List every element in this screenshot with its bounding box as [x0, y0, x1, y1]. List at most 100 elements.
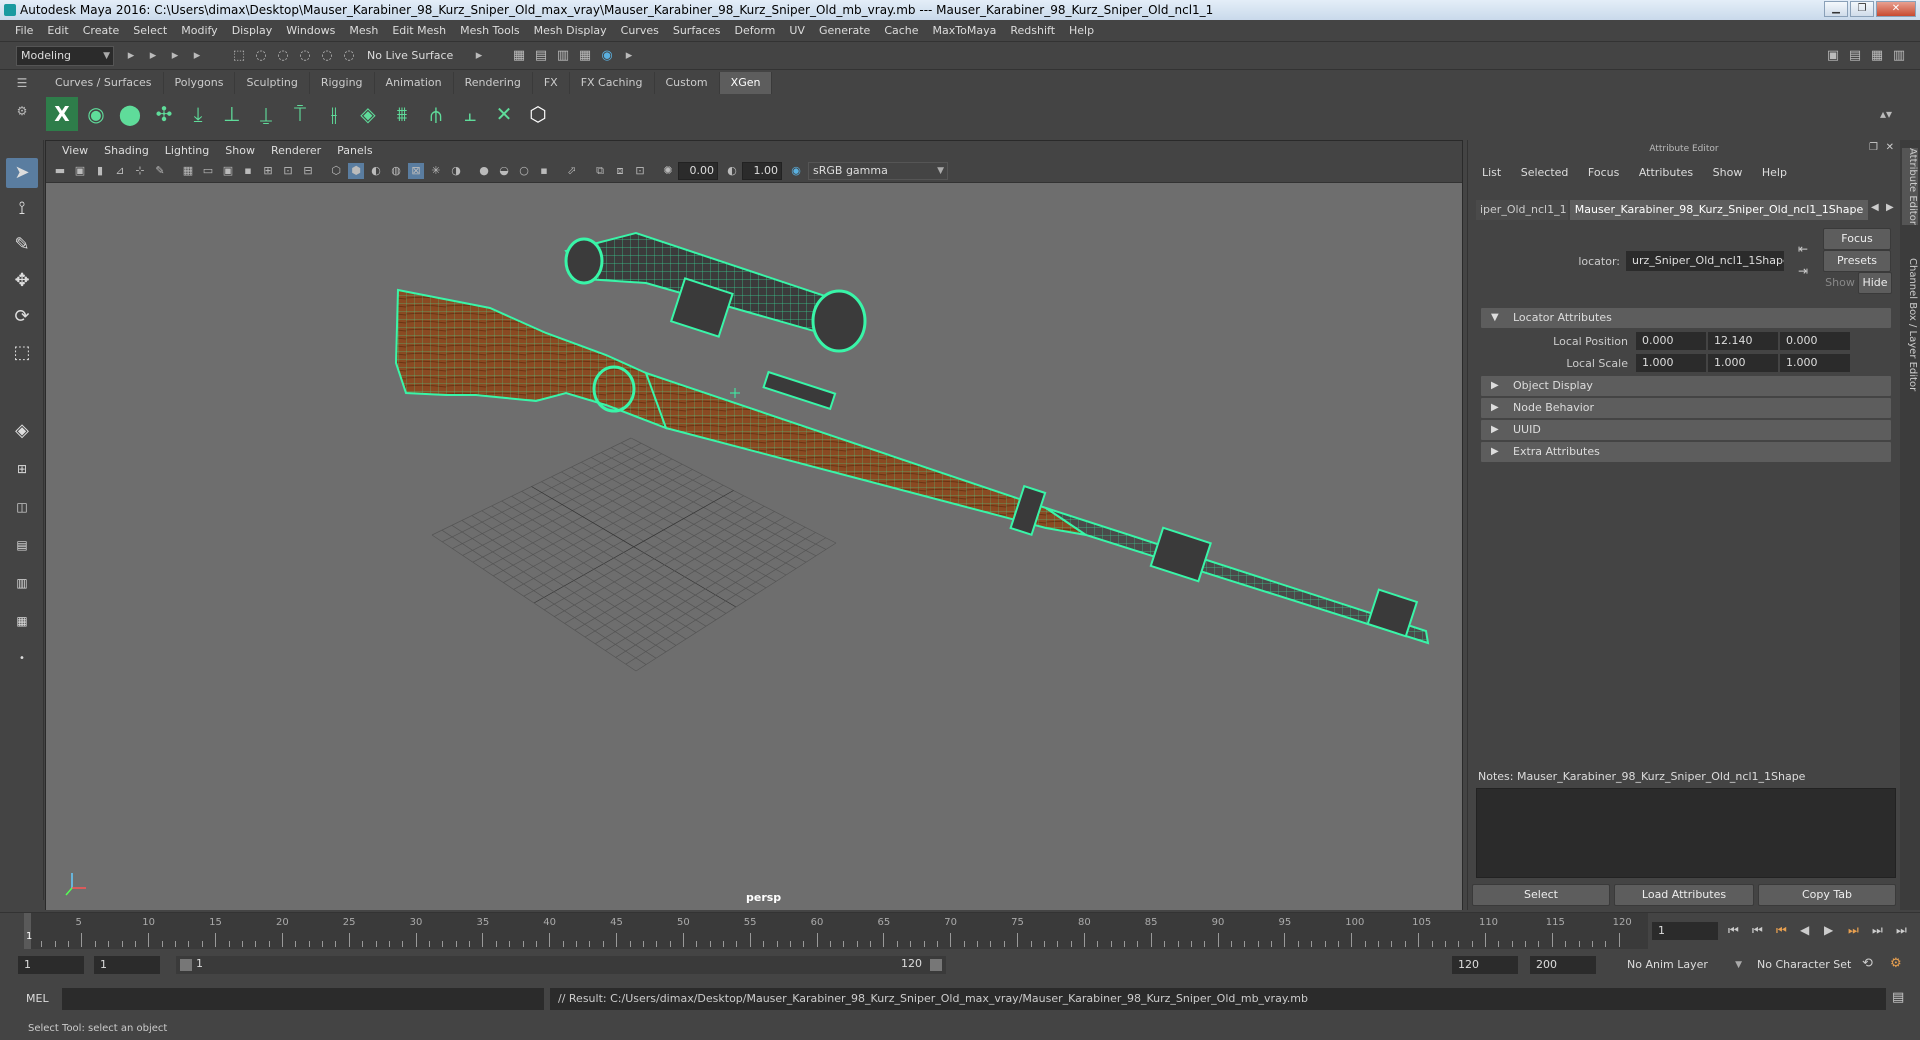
vp-menu-show[interactable]: Show: [217, 144, 263, 157]
lasso-icon[interactable]: ◌: [252, 47, 270, 65]
xgen-noise-icon[interactable]: ⩩: [386, 97, 418, 131]
xgen-delete-icon[interactable]: ✕: [488, 97, 520, 131]
focus-input-icon[interactable]: ⇤: [1798, 242, 1808, 256]
film-gate-icon[interactable]: ▭: [200, 163, 216, 179]
step-forward-key-icon[interactable]: ⏭: [1872, 923, 1883, 938]
menu-edit[interactable]: Edit: [40, 24, 75, 37]
xgen-clump-icon[interactable]: ⫛: [420, 97, 452, 131]
close-panel-icon[interactable]: ✕: [1886, 142, 1894, 153]
expand-icon[interactable]: ▸: [620, 47, 638, 65]
ae-menu-list[interactable]: List: [1474, 166, 1509, 179]
play-backward-icon[interactable]: ◀: [1800, 923, 1809, 937]
gamma-icon[interactable]: ◐: [724, 163, 740, 179]
menu-modify[interactable]: Modify: [174, 24, 224, 37]
xray-components-icon[interactable]: ⊡: [632, 163, 648, 179]
color-space-dropdown[interactable]: sRGB gamma ▼: [808, 162, 948, 180]
xgen-hexagon-icon[interactable]: ⬡: [522, 97, 554, 131]
xgen-create-description-icon[interactable]: ⬤: [114, 97, 146, 131]
snap-curve-icon[interactable]: ◌: [296, 47, 314, 65]
menu-deform[interactable]: Deform: [727, 24, 782, 37]
menu-mesh-display[interactable]: Mesh Display: [527, 24, 614, 37]
menu-maxtomaya[interactable]: MaxToMaya: [926, 24, 1004, 37]
vp-menu-view[interactable]: View: [54, 144, 96, 157]
lights-icon[interactable]: ✳: [428, 163, 444, 179]
xgen-comb-icon[interactable]: ⤓: [182, 97, 214, 131]
menu-create[interactable]: Create: [76, 24, 127, 37]
menu-curves[interactable]: Curves: [614, 24, 666, 37]
tab-prev-arrow-icon[interactable]: ◀: [1871, 202, 1879, 213]
script-editor-icon[interactable]: ▤: [1892, 990, 1904, 1005]
xgen-smooth-icon[interactable]: ⫲: [318, 97, 350, 131]
render-frame-icon[interactable]: ▤: [532, 47, 550, 65]
safe-action-icon[interactable]: ⊡: [280, 163, 296, 179]
locator-name-field[interactable]: urz_Sniper_Old_ncl1_1Shape: [1626, 251, 1784, 271]
local-scale-y[interactable]: 1.000: [1708, 354, 1778, 372]
notes-textarea[interactable]: [1476, 788, 1896, 878]
script-language-label[interactable]: MEL: [26, 992, 49, 1005]
textured-icon[interactable]: ⊠: [408, 163, 424, 179]
snap-point-icon[interactable]: ◌: [318, 47, 336, 65]
bookmark-icon[interactable]: ▮: [92, 163, 108, 179]
time-slider[interactable]: 5 10 15 20 25 30 35 40 45 50 55 60 65 70 75 80 85 90 95 100…: [0, 912, 1920, 949]
animation-prefs-icon[interactable]: ⚙: [1890, 956, 1902, 971]
2d-pan-zoom-icon[interactable]: ⊹: [132, 163, 148, 179]
gamma-field[interactable]: 1.00: [742, 162, 782, 180]
xgen-length-icon[interactable]: ⊥: [216, 97, 248, 131]
show-button[interactable]: Show: [1823, 272, 1857, 294]
two-view-layout-icon[interactable]: ◫: [6, 492, 38, 522]
ae-menu-help[interactable]: Help: [1754, 166, 1795, 179]
menu-edit-mesh[interactable]: Edit Mesh: [385, 24, 453, 37]
outliner-layout-icon[interactable]: ▤: [6, 530, 38, 560]
tab-curves-surfaces[interactable]: Curves / Surfaces: [44, 72, 164, 94]
attribute-editor-toggle-icon[interactable]: ▤: [1846, 47, 1864, 65]
ambient-occlusion-icon[interactable]: ●: [476, 163, 492, 179]
shadows-icon[interactable]: ◑: [448, 163, 464, 179]
exposure-icon[interactable]: ✺: [660, 163, 676, 179]
menu-file[interactable]: File: [8, 24, 40, 37]
paint-select-tool-icon[interactable]: ✎: [6, 230, 38, 260]
four-view-layout-icon[interactable]: ⊞: [6, 454, 38, 484]
tab-fx[interactable]: FX: [532, 72, 570, 94]
snap-plane-icon[interactable]: ◌: [340, 47, 358, 65]
menu-select[interactable]: Select: [126, 24, 174, 37]
float-panel-icon[interactable]: ❐: [1869, 142, 1878, 153]
tab-fx-caching[interactable]: FX Caching: [569, 72, 655, 94]
vp-menu-lighting[interactable]: Lighting: [157, 144, 217, 157]
construction-history-icon[interactable]: ▸: [470, 47, 488, 65]
xgen-editor-icon[interactable]: X: [46, 97, 78, 131]
grid-icon[interactable]: ▦: [180, 163, 196, 179]
step-back-frame-icon[interactable]: ⏮: [1776, 923, 1787, 938]
shelf-menu-icon[interactable]: ☰ ⚙: [8, 76, 36, 136]
wireframe-on-shaded-icon[interactable]: ◍: [388, 163, 404, 179]
tool-settings-icon[interactable]: ▦: [1868, 47, 1886, 65]
save-icon[interactable]: ▸: [144, 47, 162, 65]
local-scale-x[interactable]: 1.000: [1636, 354, 1706, 372]
go-to-start-icon[interactable]: ⏮: [1728, 923, 1739, 938]
xgen-part-icon[interactable]: ⫠: [454, 97, 486, 131]
presets-button[interactable]: Presets: [1823, 250, 1891, 272]
tab-custom[interactable]: Custom: [654, 72, 720, 94]
step-forward-frame-icon[interactable]: ⏭: [1848, 923, 1859, 938]
current-frame-field[interactable]: 1: [1652, 922, 1718, 940]
lasso-tool-icon[interactable]: ⟟: [6, 194, 38, 224]
hypershade-layout-icon[interactable]: ▦: [6, 606, 38, 636]
snap-grid-icon[interactable]: ◌: [274, 47, 292, 65]
tab-animation[interactable]: Animation: [374, 72, 454, 94]
menu-redshift[interactable]: Redshift: [1003, 24, 1062, 37]
playback-start-field[interactable]: 1: [94, 956, 160, 974]
menu-help[interactable]: Help: [1062, 24, 1101, 37]
gate-mask-icon[interactable]: ▪: [240, 163, 256, 179]
mode-dropdown[interactable]: Modeling ▼: [16, 46, 114, 66]
grease-pencil-icon[interactable]: ✎: [152, 163, 168, 179]
minimize-button[interactable]: ▁: [1824, 1, 1848, 17]
default-material-icon[interactable]: ◐: [368, 163, 384, 179]
camera-icon[interactable]: ▬: [52, 163, 68, 179]
resolution-gate-icon[interactable]: ▣: [220, 163, 236, 179]
menu-cache[interactable]: Cache: [877, 24, 925, 37]
load-attributes-button[interactable]: Load Attributes: [1614, 884, 1754, 906]
maximize-button[interactable]: ❐: [1850, 1, 1874, 17]
menu-mesh-tools[interactable]: Mesh Tools: [453, 24, 527, 37]
section-locator-attributes[interactable]: ▼ Locator Attributes: [1481, 308, 1891, 328]
depth-of-field-icon[interactable]: ▪: [536, 163, 552, 179]
smooth-shade-icon[interactable]: ⬢: [348, 163, 364, 179]
